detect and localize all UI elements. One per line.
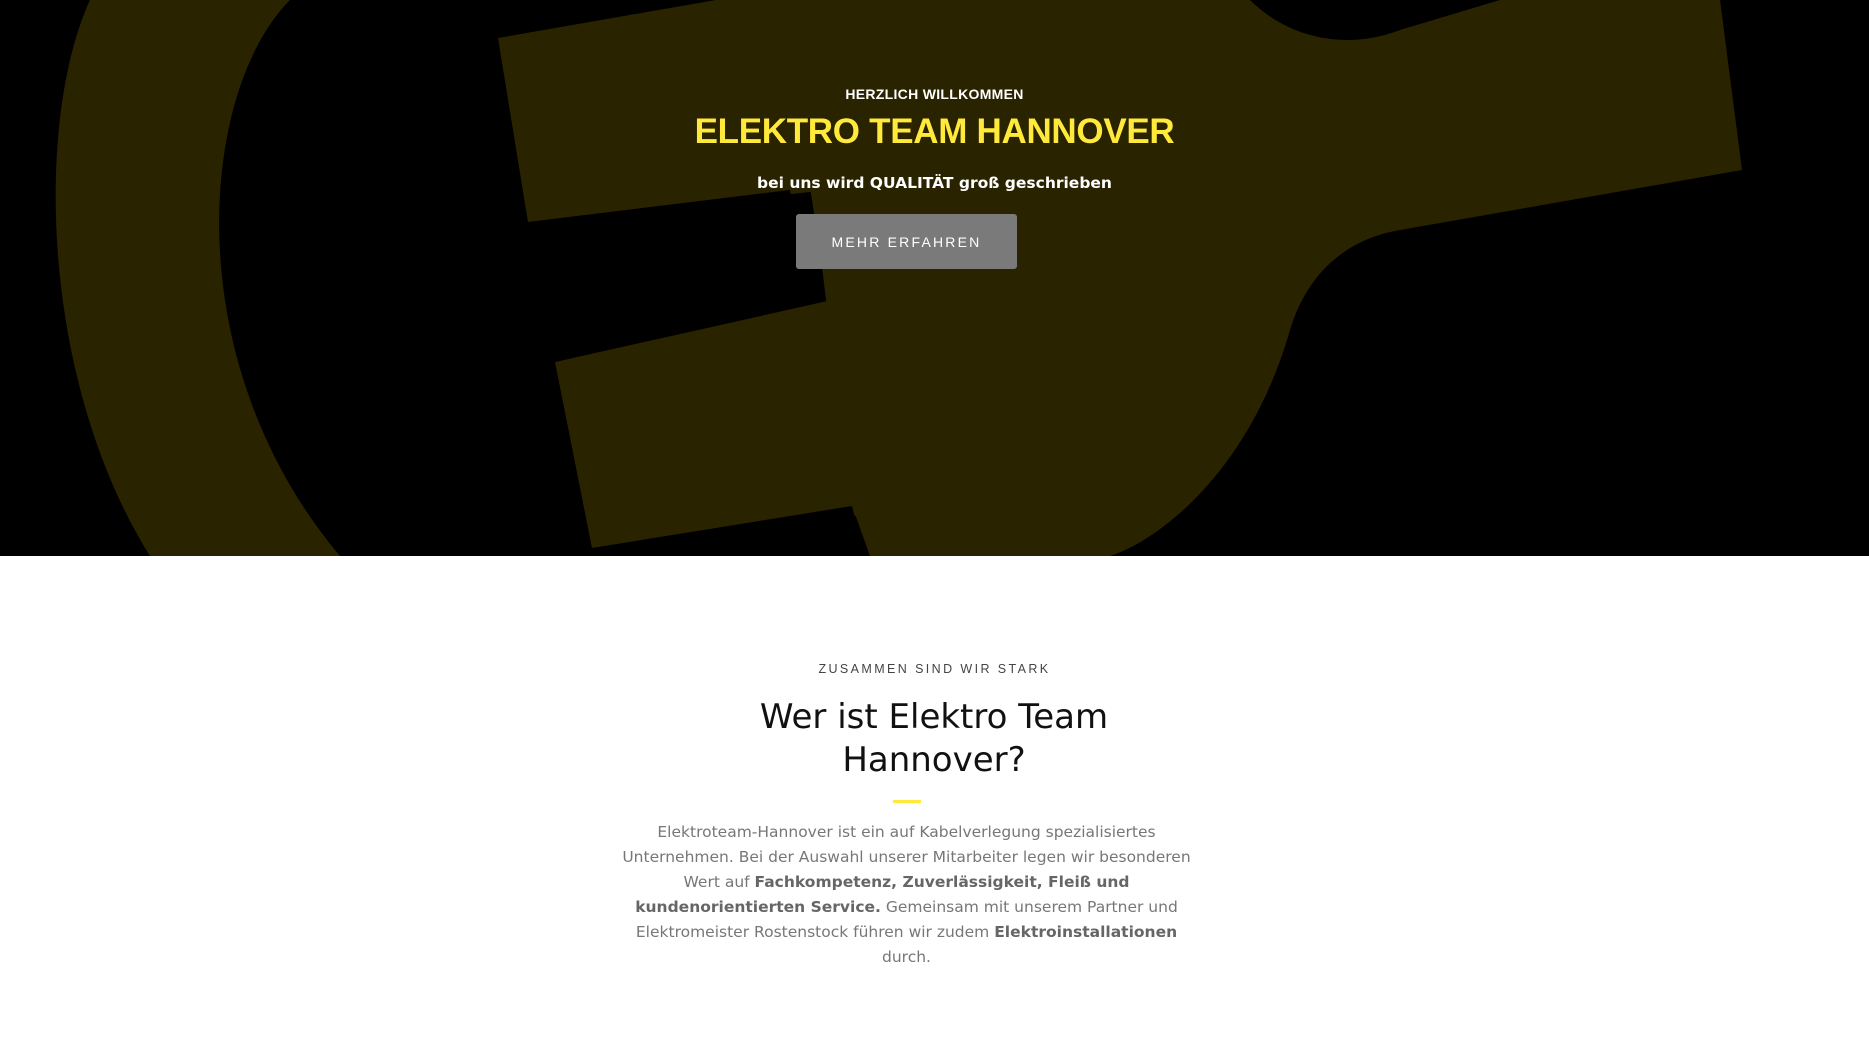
- hero-title: ELEKTRO TEAM HANNOVER: [694, 112, 1175, 151]
- mehr-erfahren-button[interactable]: MEHR ERFAHREN: [796, 214, 1017, 269]
- about-text-3: durch.: [882, 948, 931, 966]
- about-heading: Wer ist Elektro Team Hannover?: [759, 697, 1109, 780]
- hero-eyebrow: HERZLICH WILLKOMMEN: [845, 86, 1024, 102]
- hero-subtitle: bei uns wird QUALITÄT groß geschrieben: [757, 174, 1112, 192]
- about-text-bold-2: Elektroinstallationen: [994, 923, 1178, 941]
- plug-logo-body: [780, 0, 1742, 556]
- about-section: ZUSAMMEN SIND WIR STARK Wer ist Elektro …: [0, 556, 1869, 1051]
- plug-logo-shape: [55, 0, 1742, 556]
- plug-logo-icon: [55, 0, 1742, 556]
- heading-divider: [893, 800, 921, 803]
- about-paragraph: Elektroteam-Hannover ist ein auf Kabelve…: [620, 820, 1193, 970]
- about-kicker: ZUSAMMEN SIND WIR STARK: [818, 662, 1051, 676]
- plug-logo-arc: [55, 0, 340, 556]
- hero-section: HERZLICH WILLKOMMEN ELEKTRO TEAM HANNOVE…: [0, 0, 1869, 556]
